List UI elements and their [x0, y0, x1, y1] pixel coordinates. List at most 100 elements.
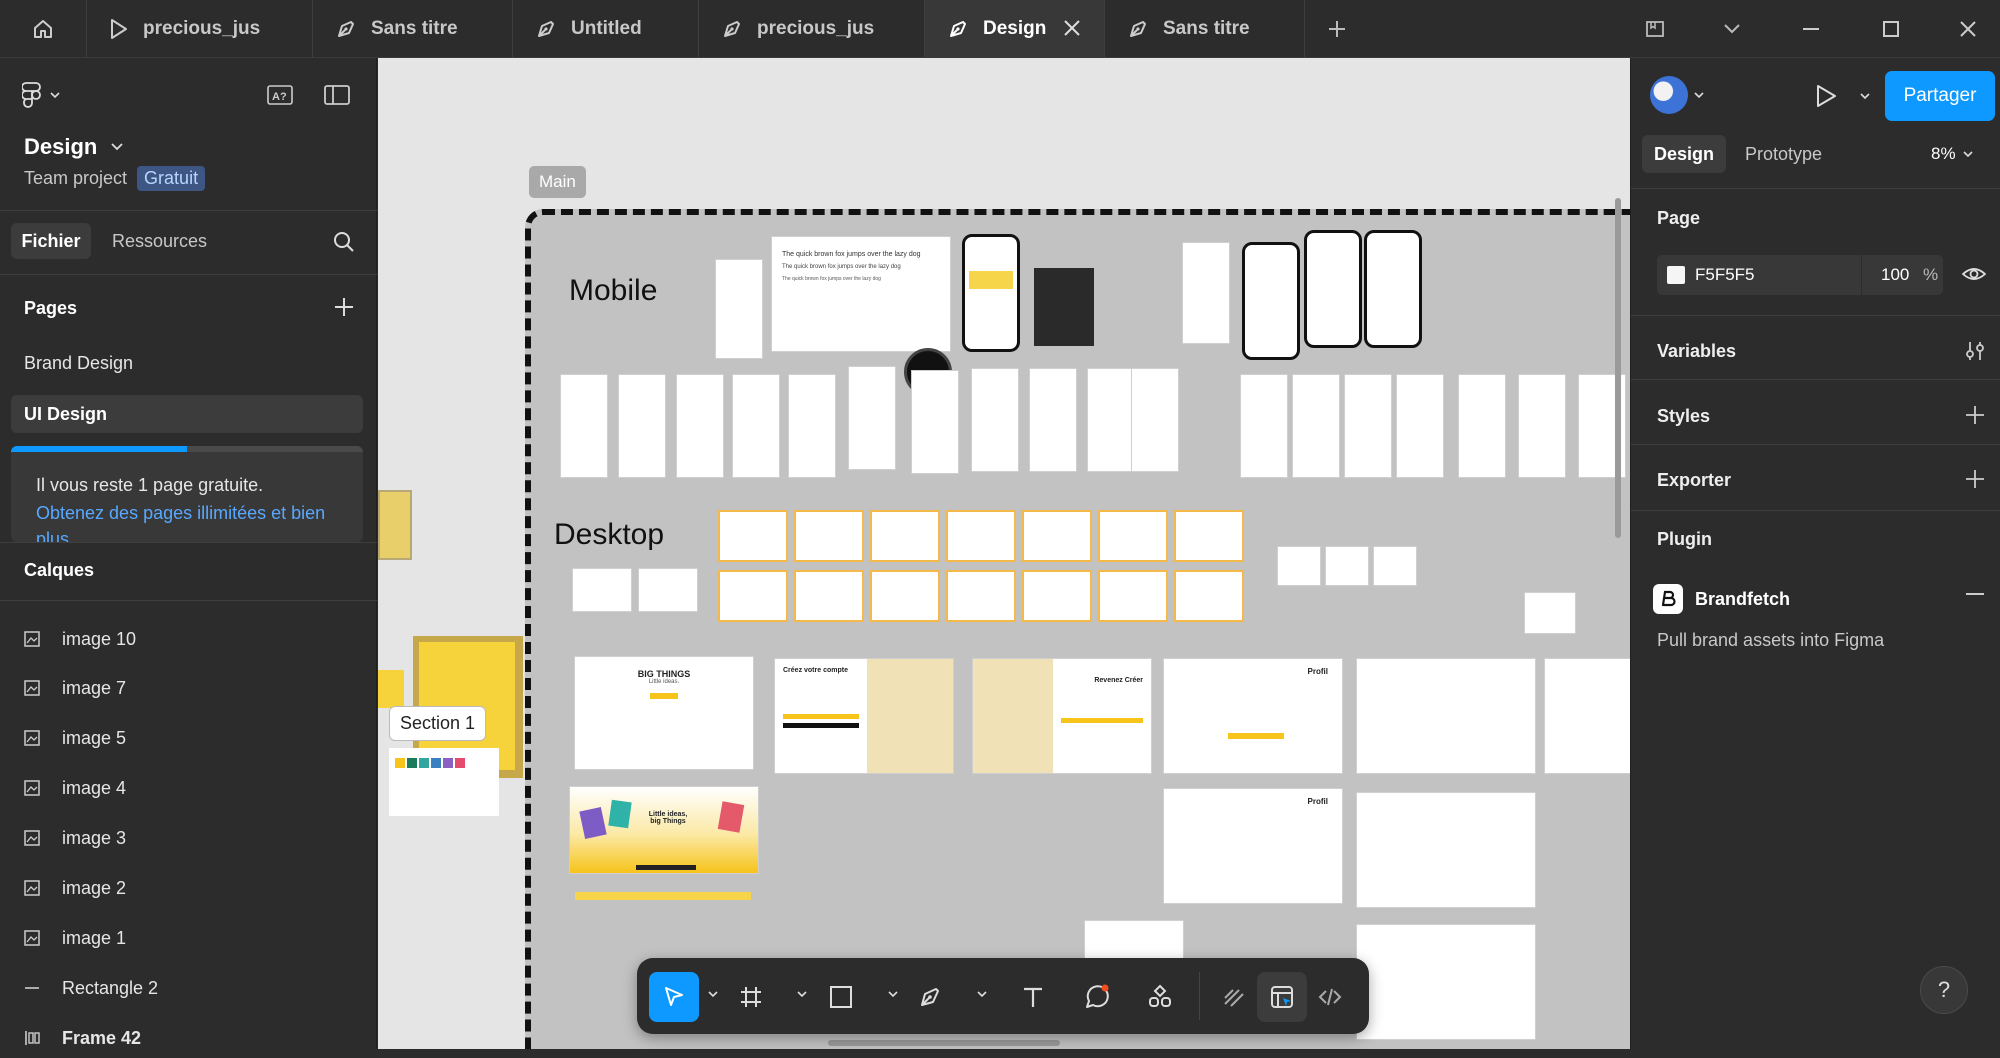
tab-design[interactable]: Design	[1642, 135, 1726, 173]
tab-resources[interactable]: Ressources	[112, 223, 207, 259]
tab-file-2[interactable]: Sans titre	[313, 0, 513, 58]
book-button[interactable]	[1623, 0, 1687, 58]
layer-item[interactable]: Rectangle 2	[24, 968, 158, 1008]
comment-tool-button[interactable]	[1072, 972, 1122, 1022]
close-window-button[interactable]	[1936, 0, 2000, 58]
home-tab[interactable]	[0, 0, 87, 58]
plugin-item[interactable]: Brandfetch	[1653, 584, 1790, 614]
horizontal-scrollbar[interactable]	[828, 1040, 1060, 1046]
actions-tool-button[interactable]	[1135, 972, 1185, 1022]
mobile-screen[interactable]	[848, 366, 896, 470]
mobile-screen[interactable]	[1396, 374, 1444, 478]
mobile-screen[interactable]	[1458, 374, 1506, 478]
mobile-screen[interactable]	[732, 374, 780, 478]
mobile-screen[interactable]	[1518, 374, 1566, 478]
chat-screen[interactable]	[1356, 792, 1536, 908]
phone-mockup[interactable]	[1242, 242, 1300, 360]
tab-file-6[interactable]: Sans titre	[1105, 0, 1305, 58]
frame-tool-button[interactable]	[726, 972, 776, 1022]
desktop-screen[interactable]	[1524, 592, 1576, 634]
mobile-screen[interactable]	[911, 370, 959, 474]
chevron-down-icon[interactable]	[708, 990, 718, 998]
chat-screen[interactable]	[1356, 924, 1536, 1040]
phone-mockup[interactable]	[1304, 230, 1362, 348]
mobile-screen[interactable]	[618, 374, 666, 478]
frame-label[interactable]: Main	[529, 166, 586, 198]
help-button[interactable]: ?	[1920, 966, 1968, 1014]
desktop-screen[interactable]	[718, 570, 788, 622]
desktop-screen[interactable]	[1098, 570, 1168, 622]
add-style-button[interactable]	[1965, 405, 1985, 425]
signup-screen[interactable]: Créez votre compte	[774, 658, 954, 774]
profile-screen[interactable]: Profil	[1163, 788, 1343, 904]
variables-button[interactable]	[1965, 340, 1985, 362]
color-palette-image[interactable]	[389, 748, 499, 816]
hero-screen[interactable]: BIG THINGS Little ideas.	[574, 656, 754, 770]
mobile-screen[interactable]	[1131, 368, 1179, 472]
tab-file[interactable]: Fichier	[11, 223, 91, 259]
tab-list-button[interactable]	[1700, 0, 1764, 58]
desktop-screen[interactable]	[1174, 510, 1244, 562]
minimize-button[interactable]	[1779, 0, 1843, 58]
tab-file-3[interactable]: Untitled	[513, 0, 699, 58]
menu-mockup[interactable]	[1034, 268, 1094, 346]
desktop-screen[interactable]	[946, 570, 1016, 622]
close-tab-icon[interactable]	[1062, 18, 1082, 38]
plan-badge[interactable]: Gratuit	[137, 166, 206, 191]
mobile-screen[interactable]	[676, 374, 724, 478]
chat-screen[interactable]	[1356, 658, 1536, 774]
layer-item[interactable]: image 7	[24, 668, 126, 708]
desktop-screen[interactable]	[1022, 570, 1092, 622]
draw-mode-button[interactable]	[1209, 972, 1259, 1022]
layer-item[interactable]: Frame 42	[24, 1018, 141, 1058]
canvas[interactable]: Section 1 Main Mobile The quick brown fo…	[378, 58, 1630, 1049]
user-menu-button[interactable]	[1650, 76, 1704, 114]
banner-screen[interactable]: Little ideas, big Things	[569, 786, 759, 874]
desktop-screen[interactable]	[1084, 920, 1184, 960]
mobile-screen[interactable]	[971, 368, 1019, 472]
phone-mockup[interactable]	[962, 234, 1020, 352]
layer-item[interactable]: image 4	[24, 768, 126, 808]
new-tab-button[interactable]	[1305, 0, 1369, 58]
sticky-note-image[interactable]	[378, 670, 404, 708]
layer-item[interactable]: image 2	[24, 868, 126, 908]
vertical-scrollbar[interactable]	[1615, 198, 1621, 538]
chevron-down-icon[interactable]	[1860, 92, 1870, 100]
tab-prototype[interactable]: Prototype	[1745, 135, 1822, 173]
profile-screen[interactable]: Profil	[1163, 658, 1343, 774]
desktop-screen[interactable]	[638, 568, 698, 612]
tab-file-1[interactable]: precious_jus	[87, 0, 313, 58]
mobile-screen[interactable]	[715, 259, 763, 359]
chat-screen[interactable]	[1544, 658, 1630, 774]
login-screen[interactable]: Revenez Créer	[972, 658, 1152, 774]
desktop-screen[interactable]	[794, 510, 864, 562]
typography-sample[interactable]: The quick brown fox jumps over the lazy …	[771, 236, 951, 352]
remove-plugin-button[interactable]	[1965, 592, 1985, 596]
layer-item[interactable]: image 1	[24, 918, 126, 958]
tab-file-design-active[interactable]: Design	[925, 0, 1105, 58]
desktop-screen[interactable]	[870, 570, 940, 622]
footer-strip[interactable]	[575, 892, 751, 900]
mobile-screen[interactable]	[1292, 374, 1340, 478]
mobile-screen[interactable]	[1087, 368, 1135, 472]
upsell-link[interactable]: Obtenez des pages illimitées et bien plu…	[36, 500, 356, 542]
page-item-ui-design[interactable]: UI Design	[11, 395, 363, 433]
mobile-screen[interactable]	[1240, 374, 1288, 478]
main-menu-button[interactable]	[22, 82, 60, 108]
page-item-brand-design[interactable]: Brand Design	[11, 344, 363, 382]
desktop-screen[interactable]	[1098, 510, 1168, 562]
rectangle-tool-button[interactable]	[816, 972, 866, 1022]
present-button[interactable]	[1813, 83, 1839, 109]
mobile-screen[interactable]	[1182, 242, 1230, 344]
pen-tool-button[interactable]	[905, 972, 955, 1022]
layer-item[interactable]: image 5	[24, 718, 126, 758]
file-name-dropdown[interactable]: Design	[24, 134, 123, 160]
move-tool-button[interactable]	[649, 972, 699, 1022]
add-export-button[interactable]	[1965, 469, 1985, 489]
page-color-value[interactable]: F5F5F5	[1695, 265, 1755, 285]
design-mode-button[interactable]	[1257, 972, 1307, 1022]
toggle-visibility-button[interactable]	[1962, 264, 1986, 284]
toggle-sidebar-button[interactable]	[324, 85, 350, 105]
add-page-button[interactable]	[333, 296, 355, 318]
zoom-dropdown[interactable]: 8%	[1931, 144, 1973, 164]
